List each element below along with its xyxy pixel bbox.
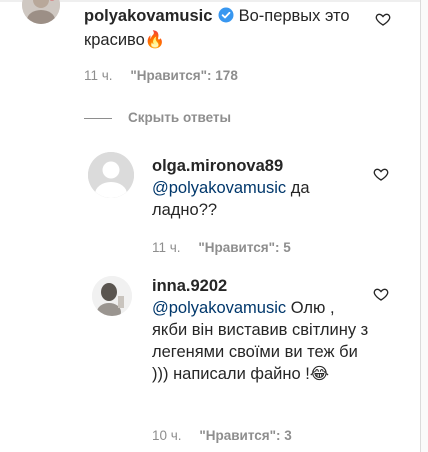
hide-replies-button[interactable]: Скрыть ответы — [84, 110, 231, 126]
top-divider — [0, 0, 420, 2]
verified-badge-icon — [218, 7, 234, 29]
panel-edge — [420, 0, 428, 452]
avatar-photo — [22, 0, 60, 24]
avatar-photo — [92, 276, 132, 316]
comment-time[interactable]: 11 ч. — [84, 68, 113, 83]
comment-username[interactable]: polyakovamusic — [84, 7, 212, 25]
default-avatar-icon[interactable] — [88, 152, 134, 198]
divider-line — [84, 117, 112, 119]
reply-username[interactable]: olga.mironova89 — [152, 157, 283, 175]
heart-outline-icon[interactable] — [373, 286, 389, 302]
mention-link[interactable]: @polyakovamusic — [152, 179, 286, 197]
mention-link[interactable]: @polyakovamusic — [152, 299, 286, 317]
heart-outline-icon[interactable] — [375, 11, 391, 27]
fire-emoji: 🔥 — [144, 31, 166, 49]
heart-outline-icon[interactable] — [373, 166, 389, 182]
reply-time[interactable]: 11 ч. — [152, 240, 181, 255]
reply-time[interactable]: 10 ч. — [152, 428, 182, 443]
reply-likes[interactable]: "Нравится": 5 — [198, 240, 290, 255]
avatar[interactable] — [22, 0, 60, 24]
reply-likes[interactable]: "Нравится": 3 — [199, 428, 291, 443]
laughing-emoji: 😂 — [309, 365, 330, 383]
comment-likes[interactable]: "Нравится": 178 — [130, 68, 238, 83]
avatar[interactable] — [92, 276, 132, 316]
hide-replies-label: Скрыть ответы — [128, 110, 232, 125]
reply-username[interactable]: inna.9202 — [152, 277, 227, 295]
